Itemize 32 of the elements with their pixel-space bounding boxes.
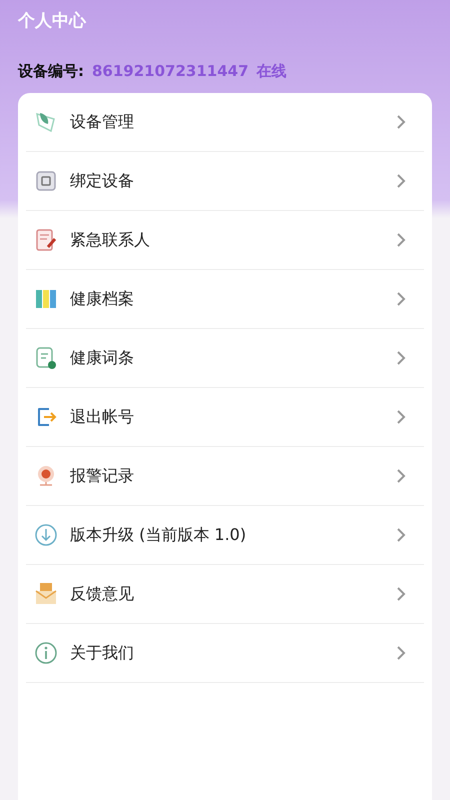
note-icon <box>34 346 58 370</box>
chevron-icon <box>396 173 406 189</box>
menu-item[interactable]: 报警记录 <box>26 447 424 506</box>
menu-item[interactable]: 关于我们 <box>26 624 424 683</box>
chevron-icon <box>396 527 406 543</box>
device-number: 861921072311447 <box>92 62 249 80</box>
binders-icon <box>34 287 58 311</box>
menu-item[interactable]: 绑定设备 <box>26 152 424 211</box>
chevron-icon <box>396 586 406 602</box>
menu-item[interactable]: 健康词条 <box>26 329 424 388</box>
menu-item[interactable]: 退出帐号 <box>26 388 424 447</box>
chevron-icon <box>396 468 406 484</box>
online-status: 在线 <box>256 62 287 80</box>
page-title: 个人中心 <box>16 10 88 33</box>
device-number-label: 设备编号: <box>18 62 84 80</box>
chevron-icon <box>396 645 406 661</box>
menu-item[interactable]: 设备管理 <box>26 93 424 152</box>
device-icon <box>34 169 58 193</box>
chevron-icon <box>396 114 406 130</box>
menu-item[interactable]: 健康档案 <box>26 270 424 329</box>
leaf-icon <box>34 110 58 134</box>
menu-item[interactable]: 紧急联系人 <box>26 211 424 270</box>
info-icon <box>34 641 58 665</box>
menu-item[interactable]: 版本升级 (当前版本 1.0) <box>26 506 424 565</box>
chevron-icon <box>396 232 406 248</box>
chevron-icon <box>396 409 406 425</box>
envelope-icon <box>34 582 58 606</box>
menu-item[interactable]: 反馈意见 <box>26 565 424 624</box>
chevron-icon <box>396 350 406 366</box>
form-pen-icon <box>34 228 58 252</box>
download-icon <box>34 523 58 547</box>
chevron-icon <box>396 291 406 307</box>
